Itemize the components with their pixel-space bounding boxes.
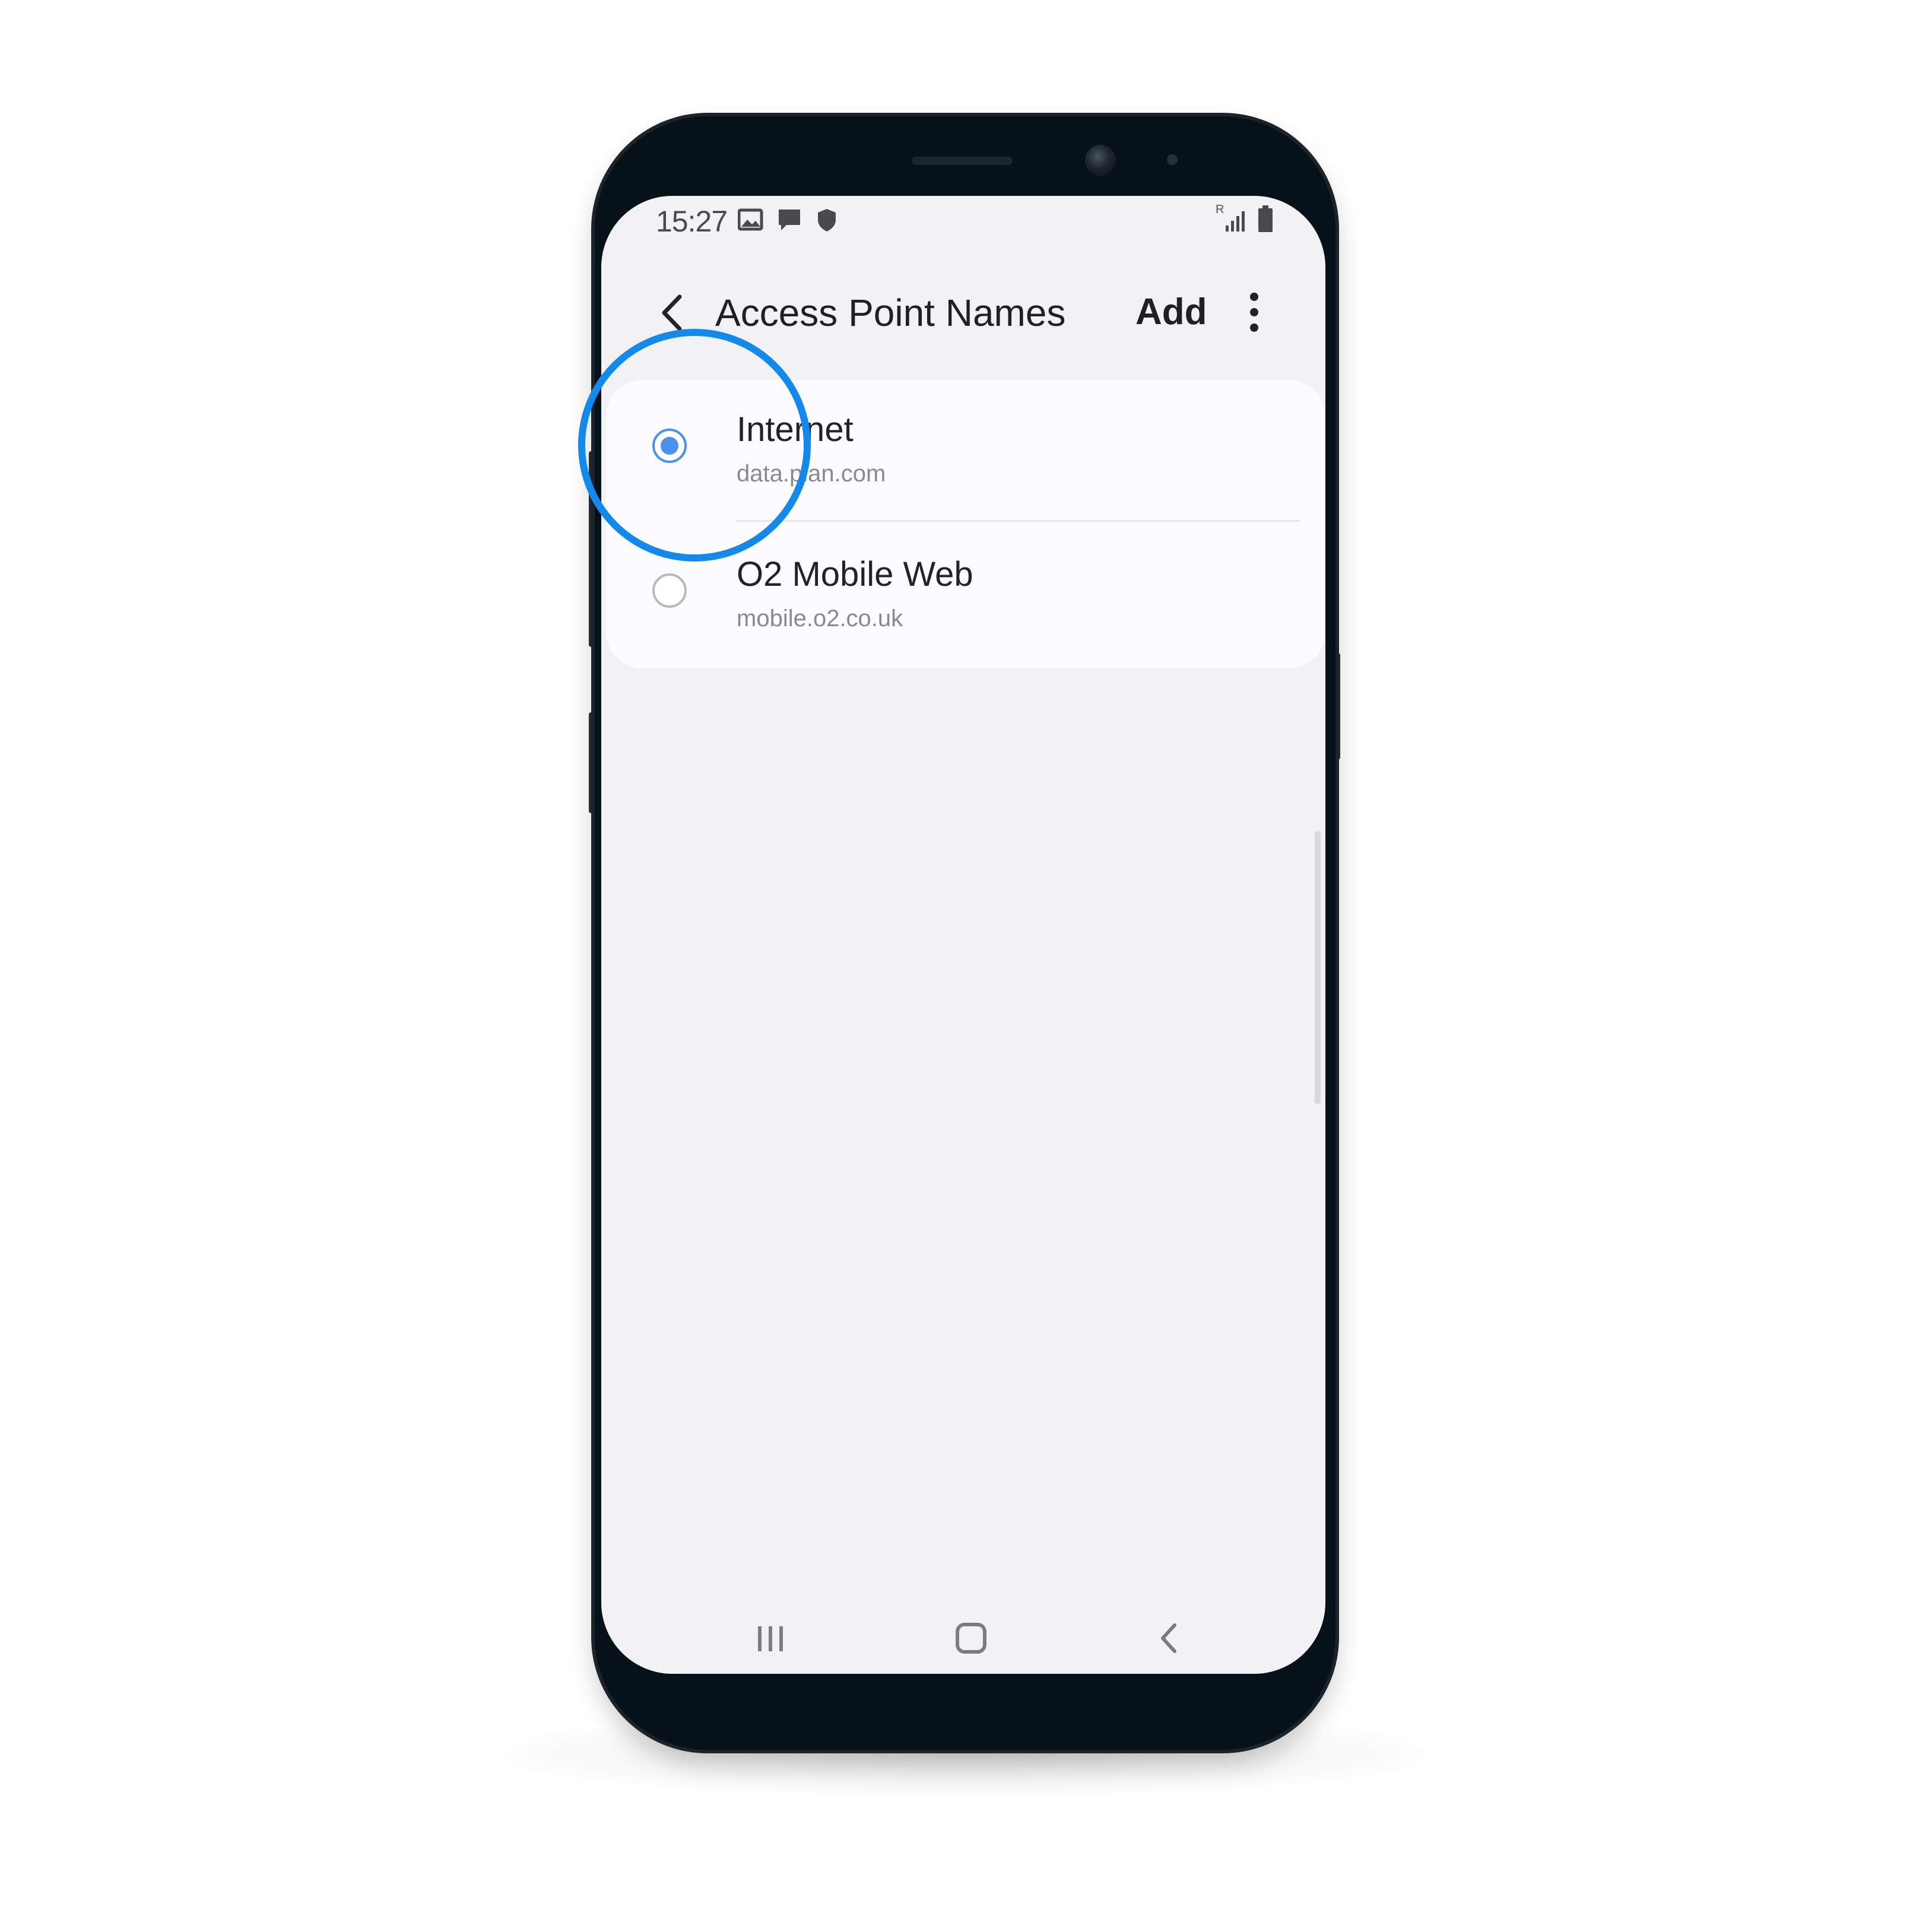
- front-camera: [1085, 145, 1116, 176]
- home-button[interactable]: [941, 1614, 1000, 1662]
- back-icon: [1161, 1623, 1176, 1653]
- list-divider: [737, 520, 1300, 522]
- battery-icon: [1257, 205, 1274, 236]
- page-title: Access Point Names: [715, 291, 1066, 334]
- signal-icon: [1223, 210, 1247, 236]
- edge-panel-handle[interactable]: [1315, 831, 1321, 1104]
- more-options-button[interactable]: [1242, 288, 1266, 336]
- radio-button-unselected[interactable]: [652, 573, 687, 608]
- highlight-circle: [578, 329, 811, 561]
- home-icon: [956, 1623, 986, 1654]
- apn-name: O2 Mobile Web: [737, 555, 973, 594]
- add-button[interactable]: Add: [1135, 291, 1207, 333]
- more-vertical-icon: [1250, 293, 1258, 332]
- tutorial-canvas: 15:27 R Access Point Names Add Internet …: [0, 0, 1932, 1932]
- proximity-sensor: [1167, 154, 1178, 165]
- image-icon: [737, 208, 764, 234]
- navigation-bar: [601, 1603, 1325, 1674]
- nav-back-button[interactable]: [1140, 1614, 1200, 1662]
- status-bar: 15:27 R: [601, 196, 1325, 243]
- message-icon: [777, 208, 803, 236]
- recents-button[interactable]: [741, 1614, 800, 1662]
- earpiece-speaker: [912, 157, 1013, 165]
- status-time: 15:27: [656, 205, 728, 238]
- apn-address: mobile.o2.co.uk: [737, 605, 903, 632]
- shield-icon: [816, 208, 837, 236]
- recents-icon: [758, 1626, 783, 1651]
